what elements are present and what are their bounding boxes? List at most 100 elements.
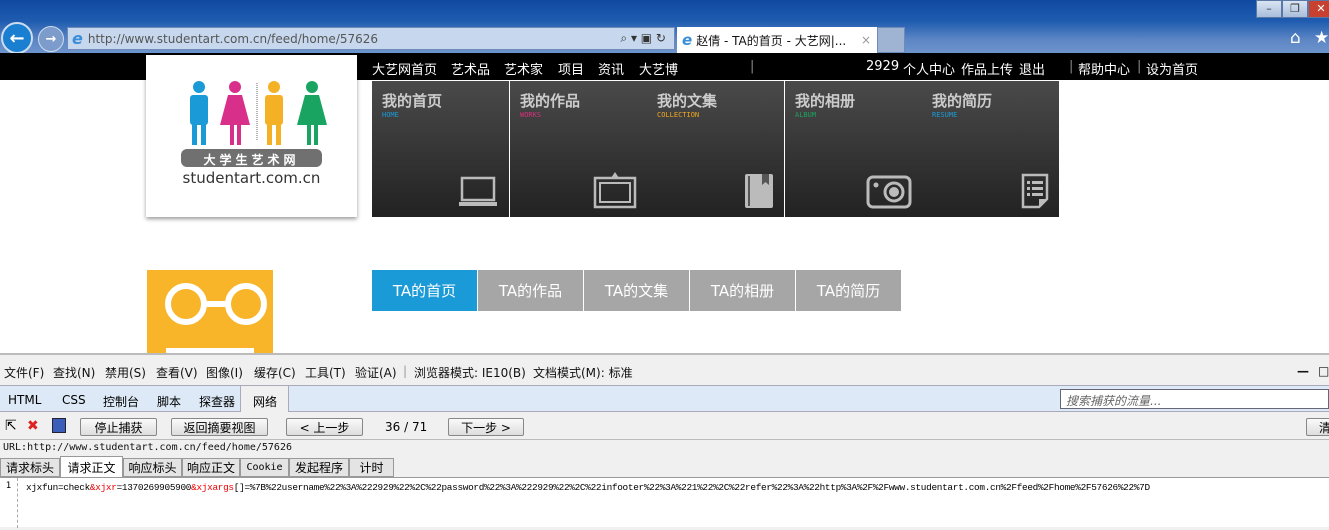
user-avatar[interactable]: [147, 270, 273, 354]
menu-images[interactable]: 图像(I): [206, 364, 243, 381]
code-segment: xjxfun=check: [26, 482, 90, 493]
request-counter: 36 / 71: [385, 420, 428, 434]
profile-tab-home[interactable]: TA的首页: [372, 270, 477, 311]
search-refresh-icons[interactable]: ⌕ ▾ ▣ ↻: [620, 31, 666, 46]
save-icon[interactable]: [52, 418, 66, 433]
profile-tab-collection[interactable]: TA的文集: [584, 270, 689, 311]
tile-title: 我的简历: [932, 92, 993, 110]
close-button[interactable]: ✕: [1308, 0, 1329, 18]
window-controls: – ❐ ✕: [1256, 0, 1329, 18]
subtab-request-headers[interactable]: 请求标头: [0, 458, 60, 477]
request-body-text[interactable]: xjxfun=check&xjxr=1370269905900&xjxargs[…: [26, 482, 1150, 493]
clear-entries-icon[interactable]: ✖: [27, 418, 39, 434]
logo-figures-icon: [181, 81, 327, 167]
menu-view[interactable]: 查看(V): [156, 364, 198, 381]
code-segment: &xjxr: [89, 482, 117, 493]
menu-tools[interactable]: 工具(T): [305, 364, 346, 381]
request-body-viewer[interactable]: 1 xjxfun=check&xjxr=1370269905900&xjxarg…: [0, 477, 1329, 528]
tile-title: 我的作品: [520, 92, 581, 110]
tab-console[interactable]: 控制台: [103, 393, 139, 410]
tab-title: 赵倩 - TA的首页 - 大艺网|...: [696, 33, 847, 48]
browser-mode-menu[interactable]: 浏览器模式: IE10(B): [414, 364, 526, 381]
menu-disable[interactable]: 禁用(S): [105, 364, 146, 381]
stop-capture-button[interactable]: 停止捕获: [80, 418, 157, 436]
menu-find[interactable]: 查找(N): [53, 364, 95, 381]
maximize-button[interactable]: ❐: [1282, 0, 1308, 18]
tile-home[interactable]: 我的首页 HOME: [372, 81, 509, 217]
laptop-icon: [459, 176, 497, 206]
back-button[interactable]: ←: [1, 22, 33, 54]
glasses-avatar-icon: [165, 283, 267, 354]
code-segment: []=%7B%22username%22%3A%222929%22%2C%22p…: [233, 482, 1150, 493]
ie-icon: e: [72, 29, 83, 48]
code-segment: =1370269905900: [116, 482, 192, 493]
devtools-menu-bar: 文件(F) 查找(N) 禁用(S) 查看(V) 图像(I) 缓存(C) 工具(T…: [0, 357, 1329, 385]
nav-set-home[interactable]: 设为首页: [1146, 59, 1198, 78]
tile-subtitle: ALBUM: [795, 111, 817, 119]
request-url: URL:http://www.studentart.com.cn/feed/ho…: [3, 442, 292, 453]
nav-personal-center[interactable]: 个人中心: [903, 59, 955, 78]
ie-icon: e: [682, 31, 693, 49]
divider: |: [750, 59, 755, 74]
next-button[interactable]: 下一步 >: [448, 418, 524, 436]
tab-css[interactable]: CSS: [62, 393, 86, 407]
clear-button[interactable]: 清: [1306, 418, 1329, 436]
tab-html[interactable]: HTML: [8, 393, 41, 407]
user-id[interactable]: 2929: [866, 59, 899, 74]
tab-script[interactable]: 脚本: [157, 393, 181, 410]
nav-artworks[interactable]: 艺术品: [451, 59, 490, 78]
traffic-search-input[interactable]: 搜索捕获的流量...: [1060, 389, 1329, 409]
nav-expo[interactable]: 大艺博: [639, 59, 678, 78]
previous-button[interactable]: < 上一步: [286, 418, 363, 436]
tile-collection[interactable]: 我的文集 COLLECTION: [647, 81, 784, 217]
profile-tab-resume[interactable]: TA的简历: [796, 270, 901, 311]
nav-artists[interactable]: 艺术家: [504, 59, 543, 78]
profile-tab-works[interactable]: TA的作品: [478, 270, 583, 311]
select-element-cursor-icon[interactable]: ⇱: [5, 418, 17, 434]
tile-title: 我的文集: [657, 92, 718, 110]
nav-news[interactable]: 资讯: [598, 59, 624, 78]
devtools-maximize-icon[interactable]: □: [1318, 364, 1329, 378]
address-bar[interactable]: e http://www.studentart.com.cn/feed/home…: [67, 27, 675, 50]
subtab-response-body[interactable]: 响应正文: [182, 458, 240, 477]
tab-close-icon[interactable]: ×: [861, 33, 871, 47]
nav-upload[interactable]: 作品上传: [961, 59, 1013, 78]
profile-tab-album[interactable]: TA的相册: [690, 270, 795, 311]
line-number: 1: [0, 478, 18, 528]
picture-frame-icon: [593, 172, 637, 209]
forward-button[interactable]: →: [38, 26, 64, 52]
subtab-timings[interactable]: 计时: [349, 458, 394, 477]
camera-icon: [866, 175, 912, 209]
document-mode-menu[interactable]: 文档模式(M): 标准: [533, 364, 633, 381]
nav-help[interactable]: 帮助中心: [1078, 59, 1130, 78]
tile-works[interactable]: 我的作品 WORKS: [510, 81, 647, 217]
new-tab-button[interactable]: [877, 27, 905, 53]
tile-resume[interactable]: 我的简历 RESUME: [922, 81, 1059, 217]
nav-home[interactable]: 大艺网首页: [372, 59, 437, 78]
menu-file[interactable]: 文件(F): [4, 364, 44, 381]
nav-projects[interactable]: 项目: [558, 59, 584, 78]
home-icon[interactable]: ⌂: [1290, 28, 1301, 48]
tab-profiler[interactable]: 探查器: [199, 393, 235, 410]
logo-cn-text: 大学生艺术网: [203, 153, 300, 167]
developer-tools-panel: 文件(F) 查找(N) 禁用(S) 查看(V) 图像(I) 缓存(C) 工具(T…: [0, 353, 1329, 530]
subtab-initiator[interactable]: 发起程序: [289, 458, 349, 477]
devtools-minimize-icon[interactable]: —: [1297, 364, 1309, 378]
favorites-star-icon[interactable]: ★: [1314, 28, 1329, 48]
menu-cache[interactable]: 缓存(C): [254, 364, 296, 381]
minimize-button[interactable]: –: [1256, 0, 1282, 18]
menu-validate[interactable]: 验证(A): [355, 364, 397, 381]
subtab-request-body[interactable]: 请求正文: [60, 456, 123, 478]
tile-album[interactable]: 我的相册 ALBUM: [785, 81, 922, 217]
site-logo[interactable]: 大学生艺术网 studentart.com.cn: [146, 55, 357, 217]
document-icon: [1021, 173, 1049, 209]
subtab-response-headers[interactable]: 响应标头: [123, 458, 182, 477]
code-segment: &xjxargs: [191, 482, 234, 493]
browser-tab[interactable]: e 赵倩 - TA的首页 - 大艺网|... ×: [677, 27, 877, 53]
subtab-cookie[interactable]: Cookie: [240, 458, 289, 477]
devtools-tabs: HTML CSS 控制台 脚本 探查器 网络 搜索捕获的流量...: [0, 385, 1329, 412]
nav-logout[interactable]: 退出: [1019, 59, 1045, 78]
back-to-summary-button[interactable]: 返回摘要视图: [171, 418, 268, 436]
divider: |: [403, 364, 408, 378]
tab-network[interactable]: 网络: [253, 393, 277, 410]
